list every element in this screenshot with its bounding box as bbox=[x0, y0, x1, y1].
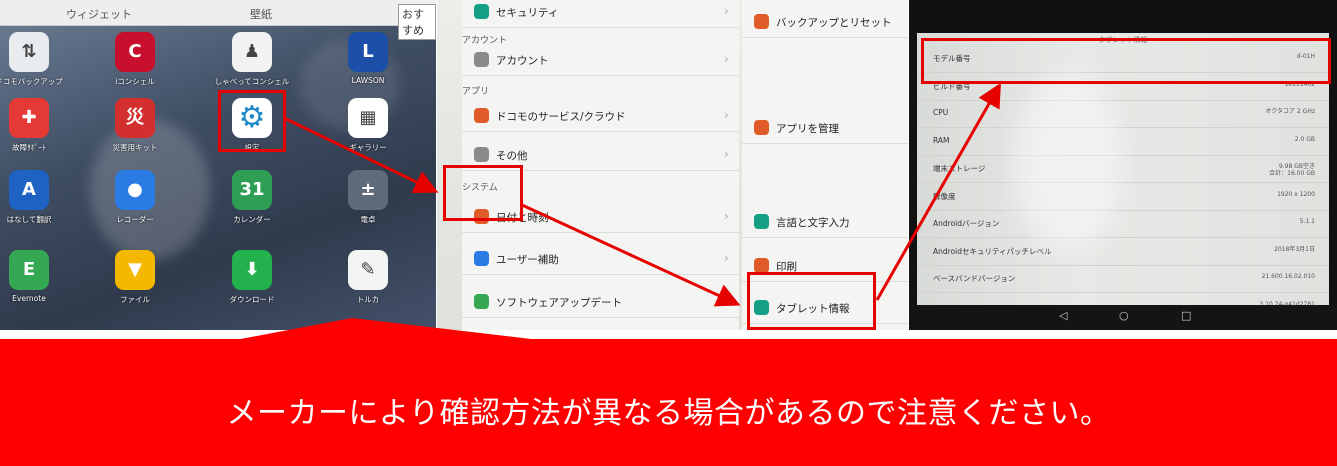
notice-text: メーカーにより確認方法が異なる場合があるので注意ください。 bbox=[226, 396, 1111, 431]
notice-banner: メーカーにより確認方法が異なる場合があるので注意ください。 bbox=[0, 339, 1337, 466]
